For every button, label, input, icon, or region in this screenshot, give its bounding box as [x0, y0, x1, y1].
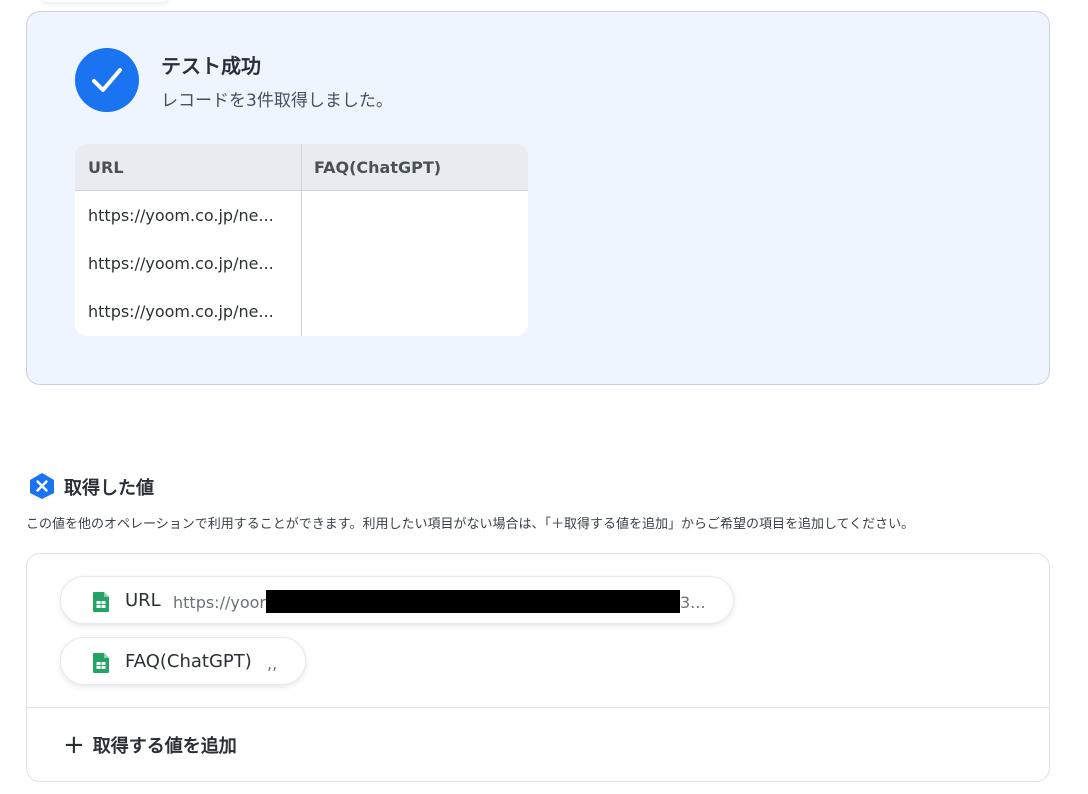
column-header-url: URL — [88, 158, 124, 177]
chip-value: ,, — [267, 654, 278, 673]
success-check-icon — [75, 48, 139, 112]
column-header-faq: FAQ(ChatGPT) — [314, 158, 442, 177]
value-chip-url[interactable]: URL https://yoor 3... — [60, 576, 734, 624]
previous-card-edge — [40, 0, 170, 2]
column-divider — [301, 144, 302, 336]
table-cell-url: https://yoom.co.jp/ne... — [88, 254, 274, 273]
panel-divider — [27, 707, 1049, 708]
chip-label: FAQ(ChatGPT) — [125, 651, 252, 672]
result-subtitle: レコードを3件取得しました。 — [161, 91, 393, 111]
table-cell-url: https://yoom.co.jp/ne... — [88, 302, 274, 321]
values-panel: URL https://yoor 3... FAQ(ChatGPT) ,, + … — [26, 553, 1050, 782]
chip-value-tail: 3... — [680, 593, 706, 612]
chip-label: URL — [125, 590, 161, 611]
value-chip-faq[interactable]: FAQ(ChatGPT) ,, — [60, 637, 306, 685]
result-table: URL FAQ(ChatGPT) https://yoom.co.jp/ne..… — [75, 144, 528, 336]
redaction-bar — [266, 590, 680, 613]
table-cell-url: https://yoom.co.jp/ne... — [88, 206, 274, 225]
yoom-logo-icon — [28, 472, 56, 500]
google-sheets-icon — [93, 653, 109, 677]
plus-icon: + — [63, 730, 85, 760]
result-title: テスト成功 — [161, 54, 261, 78]
add-value-button[interactable]: + 取得する値を追加 — [63, 730, 237, 760]
section-title: 取得した値 — [64, 478, 154, 499]
google-sheets-icon — [93, 592, 109, 616]
add-value-label: 取得する値を追加 — [92, 736, 237, 757]
chip-value: https://yoor — [173, 593, 266, 612]
section-description: この値を他のオペレーションで利用することができます。利用したい項目がない場合は、… — [26, 517, 915, 532]
test-result-panel: テスト成功 レコードを3件取得しました。 URL FAQ(ChatGPT) ht… — [26, 11, 1050, 385]
